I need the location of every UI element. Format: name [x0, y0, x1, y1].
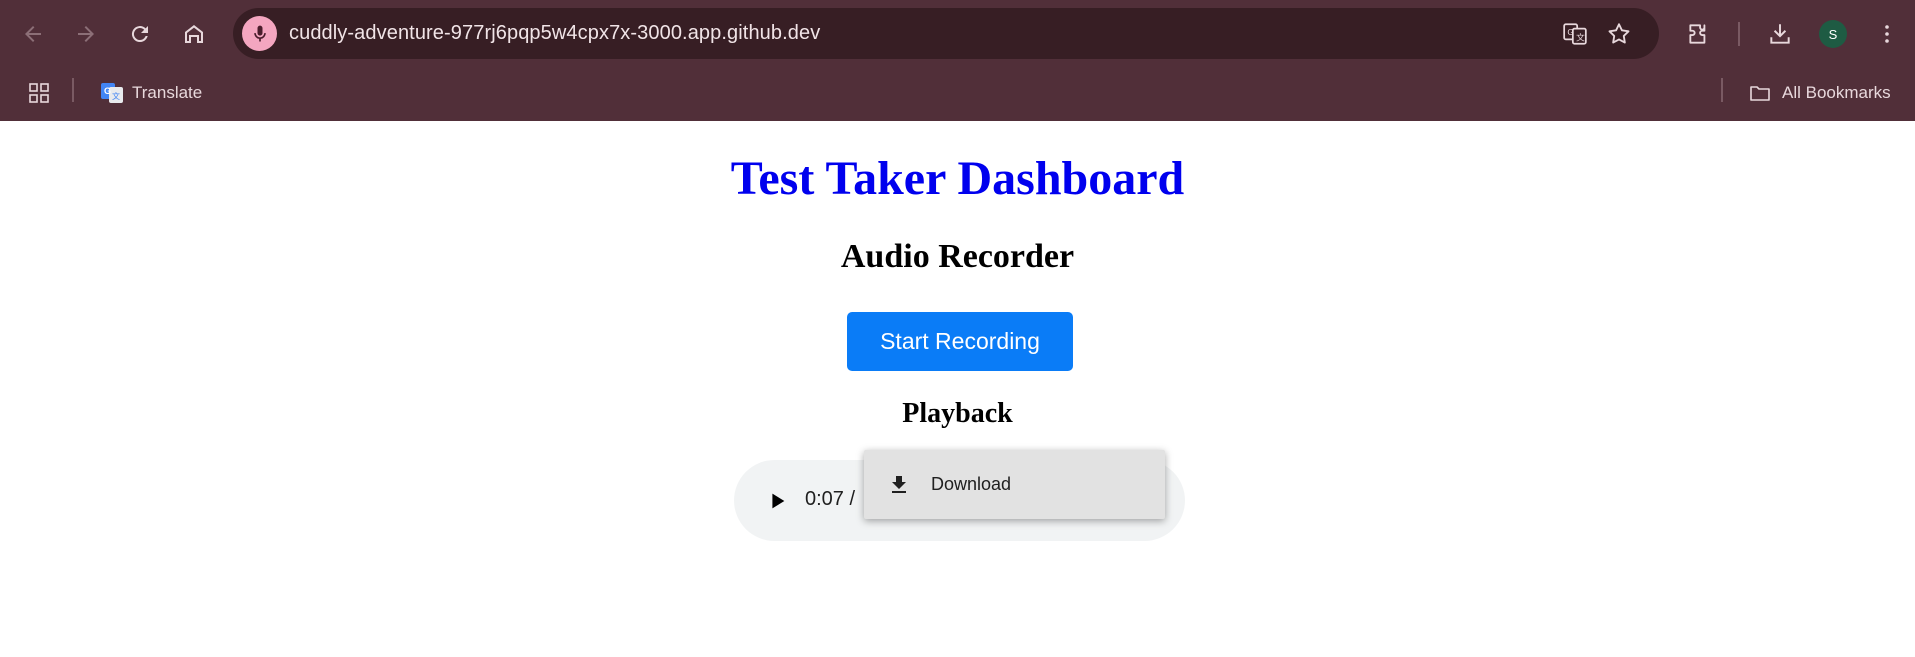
start-recording-button[interactable]: Start Recording: [847, 312, 1073, 371]
audio-time: 0:07 /: [805, 488, 856, 510]
forward-button[interactable]: [66, 14, 106, 54]
downloads-button[interactable]: [1760, 14, 1800, 54]
back-button[interactable]: [13, 14, 53, 54]
home-icon: [185, 25, 203, 43]
google-translate-icon: G文: [101, 83, 123, 103]
reload-button[interactable]: [120, 14, 160, 54]
mic-icon: [253, 25, 266, 41]
audio-context-menu: Download: [864, 450, 1165, 519]
section-heading-audio-recorder: Audio Recorder: [840, 238, 1075, 275]
mic-button[interactable]: [242, 16, 277, 51]
download-menu-item[interactable]: Download: [864, 450, 1165, 519]
browser-menu-button[interactable]: [1867, 14, 1907, 54]
translate-icon: G文: [1563, 23, 1587, 45]
bookmark-translate-label: Translate: [132, 83, 203, 102]
avatar[interactable]: S: [1819, 20, 1847, 48]
all-bookmarks-button[interactable]: All Bookmarks: [1744, 76, 1895, 110]
bookmarks-separator: [72, 78, 74, 102]
svg-text:G: G: [1567, 27, 1574, 37]
bookmark-star-button[interactable]: [1605, 20, 1633, 48]
bookmarks-separator-right: [1721, 78, 1723, 102]
home-button[interactable]: [174, 14, 214, 54]
browser-chrome: cuddly-adventure-977rj6pqp5w4cpx7x-3000.…: [0, 0, 1915, 121]
back-icon: [25, 26, 41, 42]
bookmarks-bar: G文 Translate All Bookmarks: [0, 68, 1915, 121]
page-title: Test Taker Dashboard: [730, 152, 1185, 205]
svg-text:G: G: [104, 86, 111, 96]
star-icon: [1608, 23, 1630, 44]
download-icon: [892, 476, 906, 493]
download-menu-icon-wrap: [886, 472, 912, 498]
play-icon: [772, 493, 785, 509]
menu-icon: [1885, 25, 1889, 43]
play-button[interactable]: [762, 486, 792, 516]
browser-toolbar: cuddly-adventure-977rj6pqp5w4cpx7x-3000.…: [0, 0, 1915, 68]
all-bookmarks-label: All Bookmarks: [1782, 83, 1891, 102]
svg-text:文: 文: [112, 91, 120, 101]
bookmark-translate[interactable]: G文 Translate: [94, 76, 208, 110]
extensions-icon: [1689, 24, 1706, 44]
download-icon: [1770, 24, 1790, 44]
reload-icon: [131, 26, 148, 43]
translate-page-button[interactable]: G文: [1561, 20, 1589, 48]
apps-button[interactable]: [24, 78, 54, 108]
apps-grid-icon: [29, 83, 49, 103]
svg-text:文: 文: [1576, 32, 1585, 43]
toolbar-separator: [1738, 22, 1740, 46]
url-text[interactable]: cuddly-adventure-977rj6pqp5w4cpx7x-3000.…: [289, 22, 820, 45]
page-content: Test Taker Dashboard Audio Recorder Star…: [0, 121, 1915, 657]
download-label: Download: [931, 474, 1012, 494]
folder-icon: [1750, 86, 1770, 101]
address-bar[interactable]: cuddly-adventure-977rj6pqp5w4cpx7x-3000.…: [233, 8, 1659, 59]
extensions-button[interactable]: [1679, 14, 1719, 54]
playback-heading: Playback: [902, 398, 1013, 429]
forward-icon: [78, 26, 94, 42]
